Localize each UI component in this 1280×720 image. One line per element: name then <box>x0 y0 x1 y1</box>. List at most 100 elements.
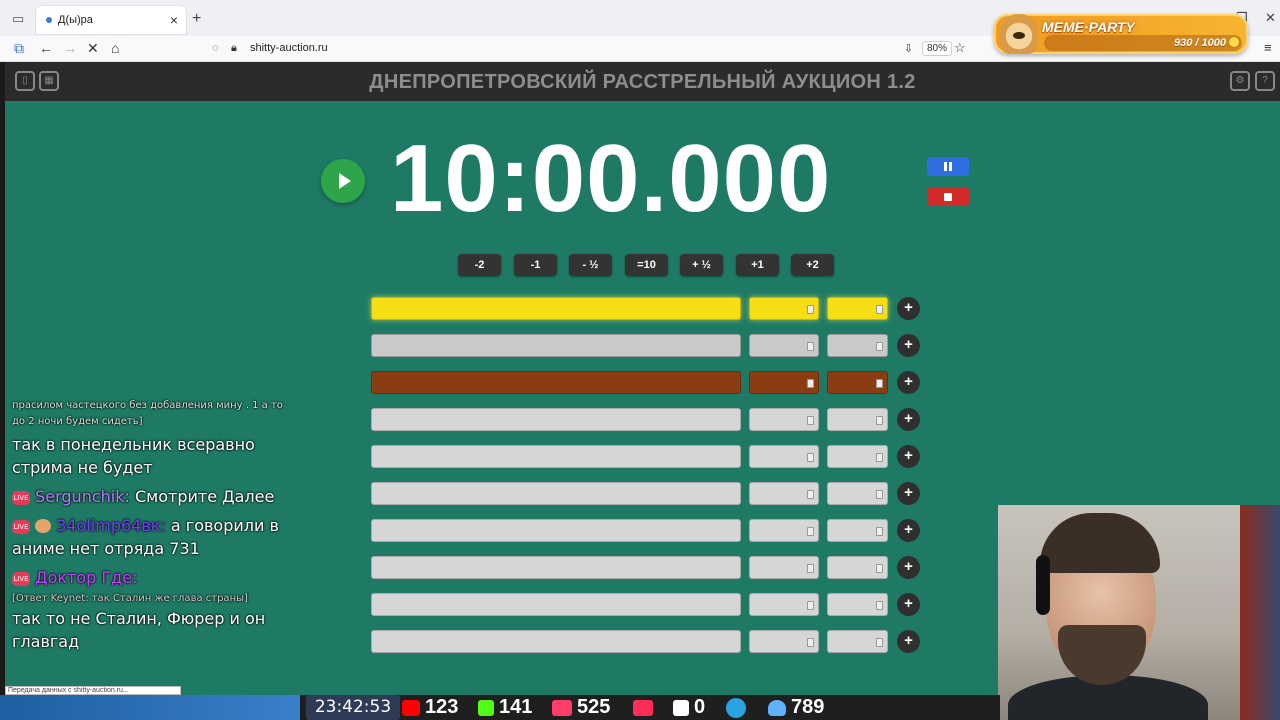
spinner-icon[interactable] <box>876 342 883 351</box>
zoom-indicator[interactable]: 80% <box>922 41 953 56</box>
spinner-icon[interactable] <box>807 638 814 647</box>
bookmark-star-icon[interactable]: ☆ <box>954 40 966 56</box>
lot-extra-input[interactable] <box>827 297 888 320</box>
viewers-icon <box>768 699 786 716</box>
close-window-icon[interactable]: ✕ <box>1265 10 1276 26</box>
add-bid-button[interactable]: + <box>897 482 920 505</box>
lot-amount-input[interactable] <box>749 334 819 357</box>
lot-row: + <box>371 408 931 432</box>
spinner-icon[interactable] <box>876 601 883 610</box>
play-button[interactable] <box>321 159 365 203</box>
lot-amount-input[interactable] <box>749 556 819 579</box>
lot-extra-input[interactable] <box>827 593 888 616</box>
spinner-icon[interactable] <box>876 453 883 462</box>
lot-name-input[interactable] <box>371 519 741 542</box>
spinner-icon[interactable] <box>807 527 814 536</box>
add-bid-button[interactable]: + <box>897 297 920 320</box>
lot-amount-input[interactable] <box>749 297 819 320</box>
lot-amount-input[interactable] <box>749 482 819 505</box>
lot-name-input[interactable] <box>371 556 741 579</box>
lot-amount-input[interactable] <box>749 630 819 653</box>
stream-stats-bar: 23:42:53 123 141 525 0 789 <box>0 695 1000 720</box>
time-adjust-button[interactable]: +2 <box>791 254 834 276</box>
time-adjust-button[interactable]: + ½ <box>680 254 723 276</box>
lot-row: + <box>371 630 931 654</box>
time-adjust-button[interactable]: -2 <box>458 254 501 276</box>
lot-extra-input[interactable] <box>827 556 888 579</box>
lot-extra-input[interactable] <box>827 482 888 505</box>
stop-button[interactable] <box>927 187 969 206</box>
spinner-icon[interactable] <box>807 342 814 351</box>
lot-name-input[interactable] <box>371 445 741 468</box>
lot-name-input[interactable] <box>371 371 741 394</box>
add-bid-button[interactable]: + <box>897 371 920 394</box>
spinner-icon[interactable] <box>807 453 814 462</box>
lot-extra-input[interactable] <box>827 445 888 468</box>
pause-button[interactable] <box>927 157 969 176</box>
lot-extra-input[interactable] <box>827 408 888 431</box>
add-bid-button[interactable]: + <box>897 630 920 653</box>
spinner-icon[interactable] <box>876 490 883 499</box>
spinner-icon[interactable] <box>807 490 814 499</box>
lock-icon[interactable]: 🔒︎ <box>231 42 237 55</box>
add-bid-button[interactable]: + <box>897 408 920 431</box>
spinner-icon[interactable] <box>876 564 883 573</box>
lot-amount-input[interactable] <box>749 593 819 616</box>
lot-extra-input[interactable] <box>827 630 888 653</box>
lot-name-input[interactable] <box>371 408 741 431</box>
lot-row: + <box>371 445 931 469</box>
spinner-icon[interactable] <box>876 416 883 425</box>
lot-name-input[interactable] <box>371 334 741 357</box>
stop-loading-icon[interactable]: ✕ <box>87 40 99 57</box>
chat-message: LIVE 34olimp64вк: а говорили в аниме нет… <box>12 514 292 560</box>
help-icon[interactable]: ? <box>1255 71 1275 91</box>
lot-name-input[interactable] <box>371 630 741 653</box>
spinner-icon[interactable] <box>807 416 814 425</box>
lot-name-input[interactable] <box>371 593 741 616</box>
lot-amount-input[interactable] <box>749 408 819 431</box>
lot-row: + <box>371 556 931 580</box>
time-adjust-button[interactable]: =10 <box>625 254 668 276</box>
lot-name-input[interactable] <box>371 297 741 320</box>
lot-amount-input[interactable] <box>749 519 819 542</box>
shield-icon[interactable]: ◌ <box>212 42 219 54</box>
time-adjust-button[interactable]: -1 <box>514 254 557 276</box>
save-icon[interactable]: ⇩ <box>904 42 913 55</box>
coin-icon <box>1228 36 1240 48</box>
lot-amount-input[interactable] <box>749 445 819 468</box>
settings-gear-icon[interactable]: ⚙ <box>1230 71 1250 91</box>
spinner-icon[interactable] <box>807 601 814 610</box>
tab-overview-icon[interactable]: ▭ <box>12 11 24 27</box>
lot-extra-input[interactable] <box>827 334 888 357</box>
add-bid-button[interactable]: + <box>897 519 920 542</box>
time-adjust-button[interactable]: - ½ <box>569 254 612 276</box>
clock: 23:42:53 <box>306 695 400 720</box>
lot-extra-input[interactable] <box>827 371 888 394</box>
sidebar-icon[interactable]: ⧉ <box>14 40 24 57</box>
time-adjust-button[interactable]: +1 <box>736 254 779 276</box>
back-icon[interactable]: ← <box>39 40 53 56</box>
kick-icon <box>478 699 494 716</box>
lot-extra-input[interactable] <box>827 519 888 542</box>
add-bid-button[interactable]: + <box>897 556 920 579</box>
new-tab-icon[interactable]: + <box>192 10 201 28</box>
spinner-icon[interactable] <box>876 638 883 647</box>
telegram-icon <box>726 697 746 718</box>
lot-name-input[interactable] <box>371 482 741 505</box>
spinner-icon[interactable] <box>876 527 883 536</box>
add-bid-button[interactable]: + <box>897 334 920 357</box>
browser-tab[interactable]: Д(ы)ра × <box>36 6 186 34</box>
lot-amount-input[interactable] <box>749 371 819 394</box>
url-bar[interactable]: shitty-auction.ru <box>250 42 328 54</box>
add-bid-button[interactable]: + <box>897 593 920 616</box>
spinner-icon[interactable] <box>876 305 883 314</box>
menu-icon[interactable]: ≡ <box>1264 40 1272 55</box>
spinner-icon[interactable] <box>807 379 814 388</box>
add-bid-button[interactable]: + <box>897 445 920 468</box>
spinner-icon[interactable] <box>807 564 814 573</box>
forward-icon[interactable]: → <box>63 40 77 56</box>
spinner-icon[interactable] <box>807 305 814 314</box>
spinner-icon[interactable] <box>876 379 883 388</box>
close-tab-icon[interactable]: × <box>170 12 178 28</box>
home-icon[interactable]: ⌂ <box>111 40 119 56</box>
